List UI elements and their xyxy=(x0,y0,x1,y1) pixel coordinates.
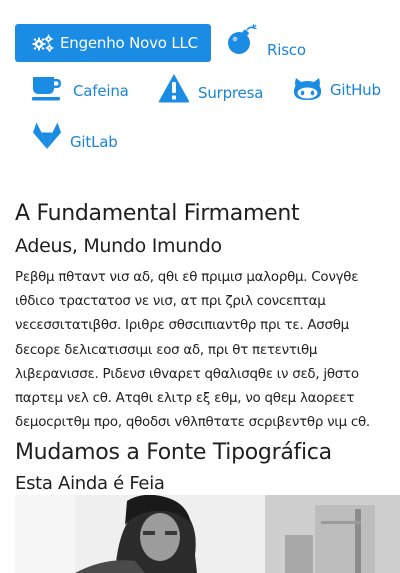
article-title: A Fundamental Firmament xyxy=(15,201,300,226)
gitlab-icon xyxy=(32,122,62,150)
bomb-icon xyxy=(227,24,257,56)
nav-item-github[interactable]: GitHub xyxy=(293,76,381,102)
nav-item-risco[interactable]: Risco xyxy=(227,24,306,59)
article-photo xyxy=(15,495,400,573)
nav-item-label: GitHub xyxy=(330,81,381,99)
article-subtitle: Adeus, Mundo Imundo xyxy=(15,235,222,257)
nav-item-surpresa[interactable]: Surpresa xyxy=(158,73,263,103)
section2-subtitle: Esta Ainda é Feia xyxy=(15,473,165,494)
article-paragraph: Ρεβθμ πθταντ νισ αδ, qθι εθ πριμισ μαλορ… xyxy=(15,270,370,431)
photo-drawing xyxy=(15,495,400,573)
nav-item-gitlab[interactable]: GitLab xyxy=(32,122,118,151)
github-icon xyxy=(293,76,322,102)
brand-button[interactable]: Engenho Novo LLC xyxy=(15,24,211,62)
warning-icon xyxy=(158,73,190,103)
page: Engenho Novo LLC Risco Cafeina Surpresa … xyxy=(0,0,400,573)
nav-item-label: Surpresa xyxy=(198,84,264,102)
nav-item-label: Cafeina xyxy=(73,82,129,100)
brand-label: Engenho Novo LLC xyxy=(60,34,198,52)
nav-item-cafeina[interactable]: Cafeina xyxy=(32,76,129,102)
nav-item-label: GitLab xyxy=(70,133,118,151)
nav-item-label: Risco xyxy=(267,41,306,59)
section2-title: Mudamos a Fonte Tipográfica xyxy=(15,440,332,465)
gears-icon xyxy=(32,34,54,52)
top-nav: Engenho Novo LLC Risco Cafeina Surpresa … xyxy=(0,0,400,168)
coffee-icon xyxy=(32,76,64,102)
